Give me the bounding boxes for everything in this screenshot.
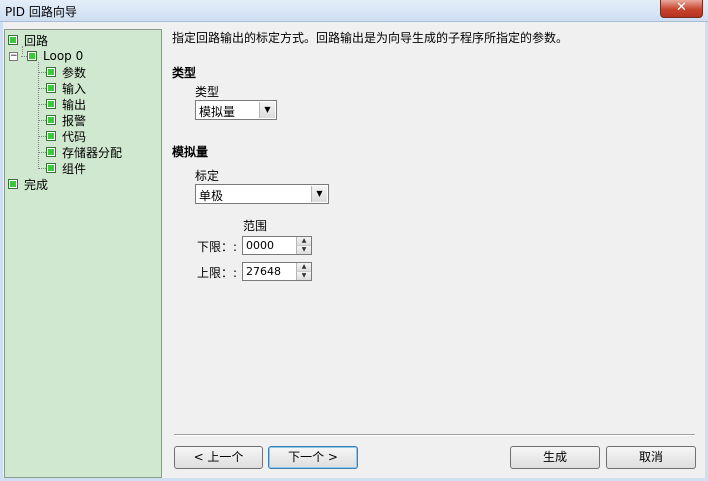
- tree-item-code[interactable]: 代码: [46, 128, 86, 144]
- node-status-icon: [8, 179, 18, 189]
- tree-item-label: 参数: [62, 65, 87, 80]
- low-limit-label: 下限：:: [197, 240, 238, 254]
- node-status-icon: [27, 51, 37, 61]
- type-section-title: 类型: [172, 66, 197, 80]
- window-frame-left: [0, 22, 3, 481]
- spin-down-icon[interactable]: ▼: [296, 271, 311, 280]
- tree-connector: [38, 120, 46, 121]
- tree-item-root[interactable]: 回路: [8, 32, 48, 48]
- tree-item-params[interactable]: 参数: [46, 64, 86, 80]
- generate-button[interactable]: 生成: [510, 446, 600, 469]
- tree-item-label: 输出: [62, 97, 87, 112]
- tree-item-label: 代码: [62, 129, 87, 144]
- tree-item-label: Loop 0: [43, 49, 84, 63]
- node-status-icon: [46, 99, 56, 109]
- node-status-icon: [46, 147, 56, 157]
- close-button[interactable]: ✕: [660, 0, 703, 18]
- prev-button[interactable]: < 上一个: [174, 446, 263, 469]
- high-limit-label: 上限：:: [197, 266, 238, 280]
- tree-item-label: 报警: [62, 113, 87, 128]
- tree-item-label: 回路: [24, 33, 49, 48]
- spin-up-icon[interactable]: ▲: [296, 237, 311, 246]
- tree-item-output[interactable]: 输出: [46, 96, 86, 112]
- next-button[interactable]: 下一个 >: [268, 446, 358, 469]
- tree-item-label: 组件: [62, 161, 87, 176]
- high-limit-stepper[interactable]: 27648 ▲ ▼: [242, 262, 312, 281]
- wizard-tree[interactable]: 回路 − Loop 0 参数 输入 输出 报警 代码 存储器分配 组件 完成: [4, 29, 162, 478]
- page-description: 指定回路输出的标定方式。回路输出是为向导生成的子程序所指定的参数。: [172, 31, 569, 45]
- node-status-icon: [46, 115, 56, 125]
- node-status-icon: [46, 83, 56, 93]
- tree-item-memory[interactable]: 存储器分配: [46, 144, 122, 160]
- high-limit-value[interactable]: 27648: [246, 265, 281, 278]
- tree-connector: [38, 72, 46, 73]
- scale-select[interactable]: 单极 ▼: [195, 184, 329, 204]
- tree-item-label: 完成: [24, 177, 49, 192]
- spin-down-icon[interactable]: ▼: [296, 245, 311, 254]
- type-label: 类型: [195, 85, 220, 99]
- range-label: 范围: [243, 219, 268, 233]
- node-status-icon: [46, 67, 56, 77]
- low-limit-stepper[interactable]: 0000 ▲ ▼: [242, 236, 312, 255]
- type-select[interactable]: 模拟量 ▼: [195, 100, 277, 120]
- tree-connector: [38, 168, 46, 169]
- tree-connector: [38, 136, 46, 137]
- spin-up-icon[interactable]: ▲: [296, 263, 311, 272]
- tree-connector: [38, 152, 46, 153]
- scale-select-value: 单极: [199, 189, 224, 203]
- window-title: PID 回路向导: [5, 5, 77, 19]
- analog-section-title: 模拟量: [172, 145, 209, 159]
- node-status-icon: [46, 163, 56, 173]
- wizard-page: 指定回路输出的标定方式。回路输出是为向导生成的子程序所指定的参数。 类型 类型 …: [167, 22, 705, 478]
- node-status-icon: [46, 131, 56, 141]
- tree-item-label: 存储器分配: [62, 145, 123, 160]
- tree-connector: [38, 104, 46, 105]
- tree-item-components[interactable]: 组件: [46, 160, 86, 176]
- tree-item-label: 输入: [62, 81, 87, 96]
- type-select-value: 模拟量: [199, 105, 236, 119]
- collapse-icon[interactable]: −: [9, 52, 18, 61]
- node-status-icon: [8, 35, 18, 45]
- chevron-down-icon[interactable]: ▼: [259, 102, 275, 118]
- tree-item-loop[interactable]: Loop 0: [27, 48, 83, 64]
- footer-divider: [174, 434, 695, 436]
- title-bar: PID 回路向导 ✕: [0, 0, 708, 22]
- close-icon: ✕: [676, 0, 687, 15]
- cancel-button[interactable]: 取消: [606, 446, 696, 469]
- chevron-down-icon[interactable]: ▼: [311, 186, 327, 202]
- low-limit-value[interactable]: 0000: [246, 239, 274, 252]
- tree-item-input[interactable]: 输入: [46, 80, 86, 96]
- tree-connector: [38, 88, 46, 89]
- tree-item-alarm[interactable]: 报警: [46, 112, 86, 128]
- tree-item-done[interactable]: 完成: [8, 176, 48, 192]
- scale-label: 标定: [195, 169, 220, 183]
